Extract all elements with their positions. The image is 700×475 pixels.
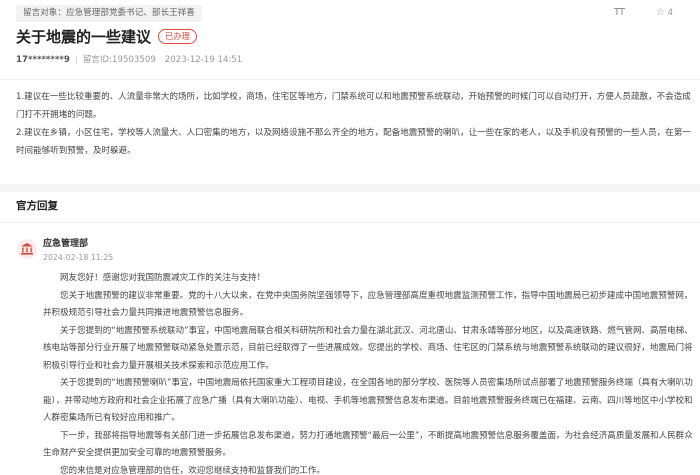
reply-org-name: 应急管理部 <box>43 239 89 249</box>
divider <box>0 222 700 223</box>
status-badge: 已办理 <box>158 29 197 44</box>
section-divider <box>0 184 700 192</box>
top-bar: 留言对象：应急管理部党委书记、部长王祥喜 TT ☆ 4 <box>16 5 684 23</box>
favorite-count: 4 <box>667 8 674 18</box>
reply-body: 网友您好！感谢您对我国防震减灾工作的关注与支持！ 您关于地震预警的建议非常重要。… <box>43 270 693 475</box>
reply-paragraph: 您的来信是对应急管理部的信任，欢迎您继续支持和监督我们的工作。 <box>60 465 325 475</box>
meta-separator: | <box>74 55 78 65</box>
emergency-ministry-logo-icon <box>17 239 37 259</box>
star-icon: ☆ <box>656 7 665 18</box>
message-timestamp: 2023-12-19 14:51 <box>164 55 243 65</box>
reply-paragraph: 关于您提到的“地震预警喇叭”事宜，中国地震局依托国家重大工程项目建设，在全国各地… <box>43 378 693 423</box>
official-reply-heading: 官方回复 <box>16 200 58 212</box>
page-title: 关于地震的一些建议 <box>16 27 152 46</box>
message-meta: 17********9 | 留言ID:19503509 2023-12-19 14:5… <box>16 54 242 67</box>
reply-date: 2024-02-18 11:25 <box>43 253 114 262</box>
reply-paragraph: 您关于地震预警的建议非常重要。党的十八大以来，在党中央国务院坚强领导下，应急管理… <box>43 290 693 319</box>
recipient-tag: 留言对象：应急管理部党委书记、部长王祥喜 <box>16 5 202 22</box>
message-body: 1.建议在一些比较重要的、人流量非常大的场所，比如学校，商场，住宅区等地方，门禁… <box>16 88 692 160</box>
reply-paragraph: 关于您提到的“地震预警系统联动”事宜，中国地震局联合相关科研院所和社会力量在湖北… <box>43 325 693 371</box>
font-size-button[interactable]: TT <box>614 6 625 20</box>
message-paragraph: 2.建议在乡镇，小区住宅，学校等人流量大、人口密集的地方，以及网络设施不那么齐全… <box>16 128 691 156</box>
reply-paragraph: 网友您好！感谢您对我国防震减灾工作的关注与支持！ <box>60 273 266 283</box>
title-row: 关于地震的一些建议 已办理 <box>16 26 197 46</box>
user-id: 17********9 <box>16 55 70 65</box>
reply-paragraph: 下一步，我部将指导地震等有关部门进一步拓展信息发布渠道，努力打通地震预警“最后一… <box>43 430 693 459</box>
message-id: 留言ID:19503509 <box>82 55 156 65</box>
favorite-button[interactable]: ☆ 4 <box>656 6 673 20</box>
divider <box>0 79 700 80</box>
message-paragraph: 1.建议在一些比较重要的、人流量非常大的场所，比如学校，商场，住宅区等地方，门禁… <box>16 92 691 120</box>
